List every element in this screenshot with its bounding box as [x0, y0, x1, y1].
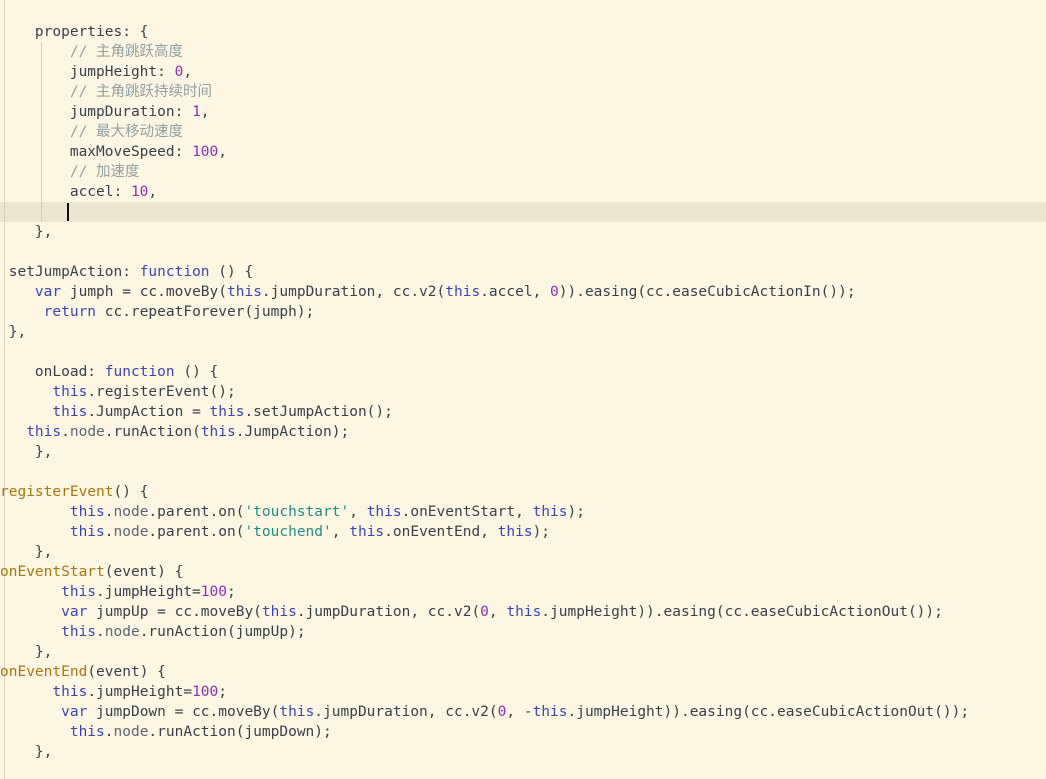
- code-line[interactable]: this.node.parent.on('touchend', this.onE…: [0, 522, 550, 542]
- code-line[interactable]: this.node.runAction(jumpUp);: [0, 622, 305, 642]
- current-line-highlight: [0, 202, 1046, 222]
- code-line[interactable]: this.jumpHeight=100;: [0, 582, 236, 602]
- code-line[interactable]: onEventStart(event) {: [0, 562, 183, 582]
- code-line[interactable]: },: [0, 542, 52, 562]
- code-line[interactable]: // 主角跳跃高度: [0, 42, 183, 62]
- code-line[interactable]: this.jumpHeight=100;: [0, 682, 227, 702]
- code-line[interactable]: this.node.runAction(this.JumpAction);: [0, 422, 349, 442]
- code-line[interactable]: },: [0, 442, 52, 462]
- code-line[interactable]: this.node.parent.on('touchstart', this.o…: [0, 502, 585, 522]
- code-line[interactable]: this.registerEvent();: [0, 382, 235, 402]
- code-line[interactable]: // 主角跳跃持续时间: [0, 82, 212, 102]
- code-line[interactable]: },: [0, 222, 52, 242]
- code-line[interactable]: // 加速度: [0, 162, 140, 182]
- code-line[interactable]: maxMoveSpeed: 100,: [0, 142, 227, 162]
- code-line[interactable]: registerEvent() {: [0, 482, 148, 502]
- code-line[interactable]: },: [0, 742, 52, 762]
- code-line[interactable]: // 最大移动速度: [0, 122, 183, 142]
- code-line[interactable]: return cc.repeatForever(jumph);: [0, 302, 315, 322]
- code-line[interactable]: },: [0, 642, 52, 662]
- code-line[interactable]: this.node.runAction(jumpDown);: [0, 722, 332, 742]
- code-line[interactable]: jumpHeight: 0,: [0, 62, 192, 82]
- code-line[interactable]: accel: 10,: [0, 182, 157, 202]
- code-line[interactable]: this.JumpAction = this.setJumpAction();: [0, 402, 392, 422]
- code-line[interactable]: onEventEnd(event) {: [0, 662, 166, 682]
- code-line[interactable]: var jumpUp = cc.moveBy(this.jumpDuration…: [0, 602, 943, 622]
- code-line[interactable]: setJumpAction: function () {: [0, 262, 253, 282]
- code-line[interactable]: var jumph = cc.moveBy(this.jumpDuration,…: [0, 282, 856, 302]
- code-line[interactable]: properties: {: [0, 22, 149, 42]
- code-editor[interactable]: properties: { // 主角跳跃高度 jumpHeight: 0, /…: [0, 0, 1046, 779]
- code-line[interactable]: jumpDuration: 1,: [0, 102, 210, 122]
- code-line[interactable]: onLoad: function () {: [0, 362, 218, 382]
- code-line[interactable]: var jumpDown = cc.moveBy(this.jumpDurati…: [0, 702, 969, 722]
- text-caret: [67, 203, 69, 221]
- code-line[interactable]: },: [0, 322, 26, 342]
